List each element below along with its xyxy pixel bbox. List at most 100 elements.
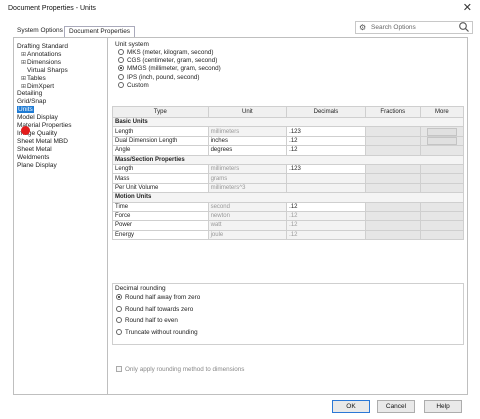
unit-system-radio[interactable]: MKS (meter, kilogram, second) — [118, 49, 213, 57]
table-row: Mass grams — [112, 173, 465, 184]
rounding-label: Truncate without rounding — [125, 329, 198, 337]
tree-item-label: Detailing — [17, 90, 43, 98]
ok-button[interactable]: OK — [332, 400, 370, 413]
tree-item-label: Model Display — [17, 114, 58, 122]
tree-item-label: Sheet Metal — [17, 145, 52, 153]
more-cell — [419, 220, 465, 231]
table-row: Length millimeters .123 — [112, 163, 465, 175]
decimals-cell[interactable]: .123 — [286, 163, 366, 175]
tree-item[interactable]: ⊞DimXpert — [21, 83, 54, 91]
decimals-cell[interactable]: .12 — [286, 145, 366, 156]
tree-item[interactable]: Sheet Metal MBD — [17, 138, 68, 146]
decimals-cell — [286, 173, 366, 184]
more-button[interactable] — [426, 137, 457, 145]
type-cell: Power — [112, 220, 209, 231]
apply-rounding-checkbox[interactable]: Only apply rounding method to dimensions — [116, 366, 244, 374]
more-cell — [419, 163, 465, 175]
rounding-radio[interactable]: Round half away from zero — [116, 294, 200, 302]
tab-system-options[interactable]: System Options — [13, 26, 67, 37]
more-cell — [419, 201, 465, 212]
section-label: Basic Units — [112, 116, 464, 128]
tree-item[interactable]: Model Display — [17, 114, 58, 122]
unit-system-label: CGS (centimeter, gram, second) — [127, 57, 218, 65]
table-row: Time second .12 — [112, 201, 465, 212]
unit-system-radio[interactable]: IPS (inch, pound, second) — [118, 73, 200, 82]
rounding-radio[interactable]: Round half to even — [116, 317, 178, 325]
checkbox-icon[interactable] — [116, 366, 122, 372]
tree-item-label: Tables — [27, 74, 46, 82]
radio-icon[interactable] — [116, 305, 122, 312]
options-tree: Drafting Standard ⊞Annotations ⊞Dimensions… — [13, 37, 108, 395]
radio-icon[interactable] — [116, 317, 122, 324]
table-row: Dual Dimension Length inches .12 — [112, 135, 465, 147]
search-icon[interactable] — [458, 21, 470, 33]
unit-system-radio[interactable]: MMGS (millimeter, gram, second) — [118, 65, 221, 73]
rounding-label: Round half away from zero — [125, 294, 201, 301]
table-row: Energy joule .12 — [112, 229, 465, 241]
tree-item[interactable]: ⊞Annotations — [21, 51, 61, 59]
fractions-cell — [364, 182, 421, 194]
title-bar: Document Properties - Units ✕ — [0, 0, 480, 18]
radio-icon[interactable] — [116, 294, 122, 300]
tree-item[interactable]: Units — [17, 106, 34, 114]
radio-icon[interactable] — [118, 65, 124, 72]
unit-cell: grams — [207, 173, 288, 184]
tree-item-label: Plane Display — [17, 161, 57, 169]
tree-item[interactable]: Drafting Standard — [17, 43, 68, 51]
tree-item[interactable]: ⊞Tables — [21, 75, 46, 83]
more-cell — [419, 126, 465, 137]
tree-item-label: DimXpert — [27, 82, 55, 90]
tree-item[interactable]: Sheet Metal — [17, 146, 52, 154]
fractions-cell — [364, 135, 421, 147]
fractions-cell — [364, 126, 421, 137]
more-cell — [419, 210, 465, 222]
decimals-cell: .12 — [286, 210, 366, 222]
header-type: Type — [112, 106, 209, 118]
tree-item[interactable]: ⊞Dimensions — [21, 59, 61, 67]
more-cell — [419, 182, 465, 194]
unit-cell: millimeters — [207, 126, 288, 137]
search-box[interactable]: ⚙ Search Options — [355, 21, 473, 34]
tree-item-label: Weldments — [17, 153, 50, 161]
unit-system-title: Unit system — [115, 41, 149, 48]
tree-item[interactable]: Detailing — [17, 90, 42, 98]
decimals-cell — [286, 182, 366, 194]
type-cell: Per Unit Volume — [112, 182, 209, 194]
rounding-radio[interactable]: Round half towards zero — [116, 305, 194, 314]
unit-system-radio[interactable]: Custom — [118, 81, 149, 90]
rounding-label: Round half towards zero — [125, 305, 194, 313]
type-cell: Time — [112, 201, 209, 212]
table-section-row: Mass/Section Properties — [112, 154, 464, 165]
close-icon[interactable]: ✕ — [463, 2, 472, 14]
fractions-cell — [364, 220, 421, 231]
radio-icon[interactable] — [118, 57, 124, 64]
tree-item[interactable]: Plane Display — [17, 162, 57, 170]
tree-item[interactable]: Weldments — [17, 154, 49, 162]
tree-item-label: Grid/Snap — [17, 98, 47, 106]
section-label: Mass/Section Properties — [112, 154, 464, 165]
radio-icon[interactable] — [118, 73, 124, 80]
rounding-radio[interactable]: Truncate without rounding — [116, 329, 198, 337]
unit-cell[interactable]: inches — [207, 135, 288, 147]
radio-icon[interactable] — [118, 49, 124, 55]
table-row: Per Unit Volume millimeters^3 — [112, 182, 465, 194]
decimals-cell[interactable]: .12 — [286, 135, 366, 147]
radio-icon[interactable] — [118, 81, 124, 88]
tree-item[interactable]: Virtual Sharps — [21, 67, 68, 75]
tree-item[interactable]: Grid/Snap — [17, 98, 46, 106]
decimals-cell[interactable]: .123 — [286, 126, 366, 137]
unit-system-label: IPS (inch, pound, second) — [127, 73, 200, 81]
cancel-button[interactable]: Cancel — [377, 400, 415, 413]
radio-icon[interactable] — [116, 329, 122, 336]
search-input[interactable]: Search Options — [371, 24, 416, 31]
more-cell — [419, 173, 465, 184]
decimals-cell[interactable]: .12 — [286, 201, 366, 212]
help-button[interactable]: Help — [424, 400, 462, 413]
unit-system-label: MMGS (millimeter, gram, second) — [127, 65, 221, 73]
unit-system-radio[interactable]: CGS (centimeter, gram, second) — [118, 57, 217, 65]
table-section-row: Basic Units — [112, 116, 464, 128]
gear-icon[interactable]: ⚙ — [359, 23, 366, 32]
unit-cell[interactable]: degrees — [207, 145, 288, 156]
more-button[interactable] — [426, 127, 457, 136]
table-header-row: Type Unit Decimals Fractions More — [112, 106, 465, 118]
